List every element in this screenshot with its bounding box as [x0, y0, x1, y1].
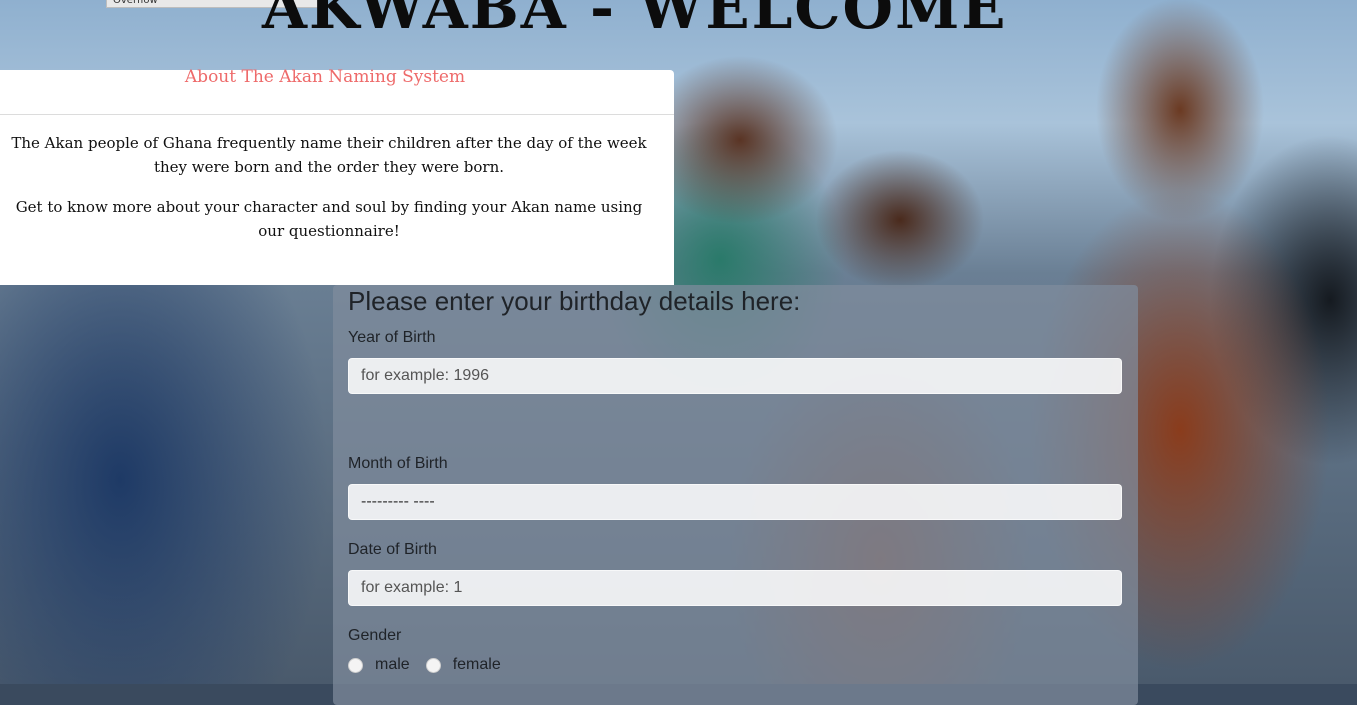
about-paragraph-1: The Akan people of Ghana frequently name… — [11, 134, 647, 176]
gender-female-radio[interactable] — [425, 657, 441, 673]
about-heading: About The Akan Naming System — [184, 67, 466, 87]
gender-female-label[interactable]: female — [453, 656, 501, 674]
about-header: About The Akan Naming System — [0, 67, 674, 115]
gender-options: male female — [348, 656, 517, 674]
date-label: Date of Birth — [348, 541, 437, 558]
gender-male-label[interactable]: male — [375, 656, 410, 674]
date-input[interactable] — [348, 570, 1122, 606]
about-body: The Akan people of Ghana frequently name… — [0, 115, 674, 285]
year-input[interactable] — [348, 358, 1122, 394]
month-select[interactable]: --------- ---- — [348, 484, 1122, 520]
gender-male-radio[interactable] — [348, 657, 363, 673]
month-select-value: --------- ---- — [361, 493, 435, 510]
form-heading: Please enter your birthday details here: — [348, 286, 801, 316]
month-label: Month of Birth — [348, 455, 448, 472]
page-title: AKWABA - WELCOME — [262, 0, 1008, 42]
birthday-form: Please enter your birthday details here:… — [333, 285, 1138, 705]
about-paragraph-2: Get to know more about your character an… — [15, 198, 643, 240]
gender-label: Gender — [348, 627, 402, 644]
year-label: Year of Birth — [348, 329, 436, 346]
